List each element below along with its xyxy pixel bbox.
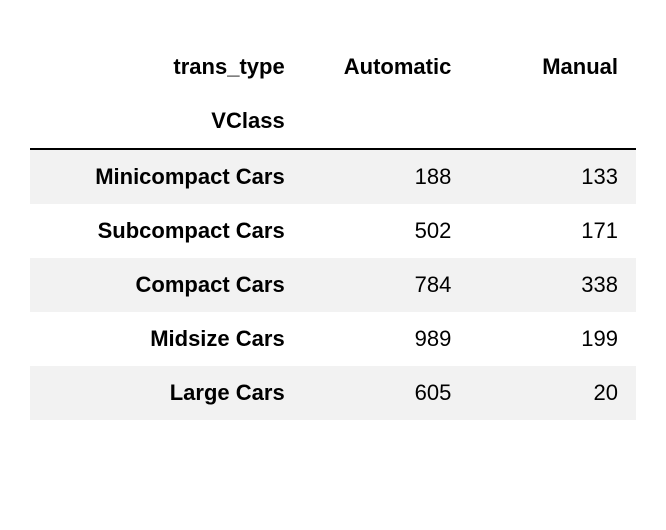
cell-value: 784 [303,258,470,312]
cell-value: 20 [469,366,636,420]
table-header-row-1: trans_type Automatic Manual [30,40,636,94]
cell-value: 171 [469,204,636,258]
row-label: Large Cars [30,366,303,420]
row-index-name: VClass [30,94,303,149]
column-header: Automatic [303,40,470,94]
cell-value: 338 [469,258,636,312]
cell-value: 188 [303,149,470,204]
column-header-empty [469,94,636,149]
row-label: Compact Cars [30,258,303,312]
row-label: Subcompact Cars [30,204,303,258]
cell-value: 989 [303,312,470,366]
table-row: Compact Cars 784 338 [30,258,636,312]
columns-index-name: trans_type [30,40,303,94]
cell-value: 605 [303,366,470,420]
row-label: Minicompact Cars [30,149,303,204]
table-row: Subcompact Cars 502 171 [30,204,636,258]
row-label: Midsize Cars [30,312,303,366]
column-header-empty [303,94,470,149]
table-row: Minicompact Cars 188 133 [30,149,636,204]
table-row: Midsize Cars 989 199 [30,312,636,366]
column-header: Manual [469,40,636,94]
cell-value: 502 [303,204,470,258]
cell-value: 199 [469,312,636,366]
table-header-row-2: VClass [30,94,636,149]
cell-value: 133 [469,149,636,204]
table-row: Large Cars 605 20 [30,366,636,420]
pivot-table: trans_type Automatic Manual VClass Minic… [30,40,636,420]
